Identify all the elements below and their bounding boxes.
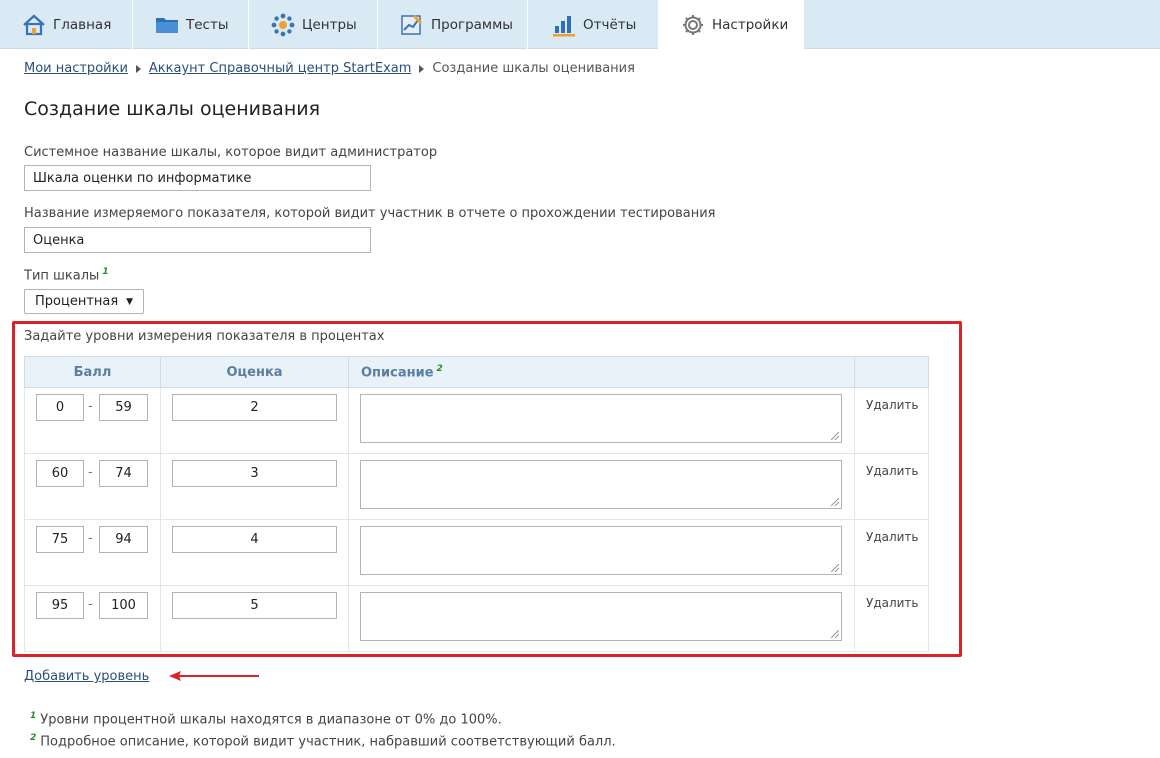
resize-grip-icon[interactable] bbox=[831, 432, 839, 440]
network-icon bbox=[271, 13, 295, 37]
add-level-link[interactable]: Добавить уровень bbox=[24, 669, 149, 684]
grade-input[interactable]: 5 bbox=[172, 592, 337, 619]
tab-centers[interactable]: Центры bbox=[249, 0, 378, 49]
score-to-input[interactable]: 74 bbox=[99, 460, 148, 487]
header-description: Описание 2 bbox=[348, 356, 855, 388]
score-from-input[interactable]: 60 bbox=[36, 460, 84, 487]
delete-level-link[interactable]: Удалить bbox=[866, 530, 919, 544]
tab-label: Центры bbox=[302, 16, 357, 33]
score-to-input[interactable]: 100 bbox=[99, 592, 148, 619]
system-name-input[interactable] bbox=[24, 165, 371, 191]
score-to-input[interactable]: 59 bbox=[99, 394, 148, 421]
tab-label: Настройки bbox=[712, 17, 789, 33]
delete-level-link[interactable]: Удалить bbox=[866, 464, 919, 478]
scale-type-label: Тип шкалы 1 bbox=[24, 267, 109, 284]
breadcrumb-link-my-settings[interactable]: Мои настройки bbox=[24, 61, 128, 76]
system-name-label: Системное название шкалы, которое видит … bbox=[24, 145, 438, 160]
tab-tests[interactable]: Тесты bbox=[133, 0, 249, 49]
resize-grip-icon[interactable] bbox=[831, 630, 839, 638]
table-row: 95 - 100 5 Удалить bbox=[24, 585, 929, 652]
resize-grip-icon[interactable] bbox=[831, 564, 839, 572]
delete-level-link[interactable]: Удалить bbox=[866, 398, 919, 412]
bar-chart-icon bbox=[552, 13, 576, 37]
score-from-input[interactable]: 0 bbox=[36, 394, 84, 421]
header-score: Балл bbox=[24, 356, 161, 388]
footnote-mark: 1 bbox=[102, 267, 109, 277]
chart-pen-icon bbox=[400, 13, 424, 37]
footnote-mark: 1 bbox=[30, 711, 37, 721]
footnote-1: 1 Уровни процентной шкалы находятся в диа… bbox=[30, 711, 502, 728]
chevron-right-icon bbox=[135, 64, 141, 73]
range-separator: - bbox=[88, 531, 93, 546]
tab-label: Тесты bbox=[186, 16, 229, 33]
chevron-right-icon bbox=[419, 64, 425, 73]
resize-grip-icon[interactable] bbox=[831, 498, 839, 506]
footnote-2: 2 Подробное описание, которой видит участ… bbox=[30, 733, 616, 750]
grade-input[interactable]: 3 bbox=[172, 460, 337, 487]
score-from-input[interactable]: 95 bbox=[36, 592, 84, 619]
caret-down-icon: ▼ bbox=[126, 296, 133, 307]
table-row: 75 - 94 4 Удалить bbox=[24, 519, 929, 586]
tab-settings[interactable]: Настройки bbox=[659, 0, 804, 50]
gear-icon bbox=[681, 13, 705, 37]
description-textarea[interactable] bbox=[360, 460, 842, 509]
tab-reports[interactable]: Отчёты bbox=[528, 0, 659, 49]
indicator-name-label: Название измеряемого показателя, которой… bbox=[24, 206, 716, 221]
delete-level-link[interactable]: Удалить bbox=[866, 596, 919, 610]
levels-table: Балл Оценка Описание 2 0 - 59 2 Удалить 6… bbox=[24, 356, 929, 652]
breadcrumb-link-account[interactable]: Аккаунт Справочный центр StartExam bbox=[149, 61, 412, 76]
range-separator: - bbox=[88, 597, 93, 612]
tab-label: Программы bbox=[431, 16, 513, 33]
description-textarea[interactable] bbox=[360, 592, 842, 641]
score-from-input[interactable]: 75 bbox=[36, 526, 84, 553]
table-header-row: Балл Оценка Описание 2 bbox=[24, 356, 929, 388]
header-actions bbox=[854, 356, 929, 388]
scale-type-value: Процентная bbox=[35, 294, 119, 309]
breadcrumb: Мои настройки Аккаунт Справочный центр S… bbox=[24, 61, 635, 76]
levels-title: Задайте уровни измерения показателя в пр… bbox=[24, 329, 385, 344]
home-icon bbox=[22, 13, 46, 37]
tab-home[interactable]: Главная bbox=[0, 0, 133, 49]
footnote-mark: 2 bbox=[436, 363, 443, 374]
arrow-left-icon bbox=[169, 671, 259, 681]
breadcrumb-current: Создание шкалы оценивания bbox=[432, 61, 635, 76]
scale-type-select[interactable]: Процентная ▼ bbox=[24, 289, 144, 314]
tab-label: Отчёты bbox=[583, 16, 637, 33]
page-title: Создание шкалы оценивания bbox=[24, 98, 321, 120]
table-row: 0 - 59 2 Удалить bbox=[24, 387, 929, 454]
folder-icon bbox=[155, 13, 179, 37]
description-textarea[interactable] bbox=[360, 526, 842, 575]
tab-programs[interactable]: Программы bbox=[378, 0, 528, 49]
top-navigation: Главная Тесты Центры Программы Отчёты На… bbox=[0, 0, 1160, 50]
range-separator: - bbox=[88, 465, 93, 480]
grade-input[interactable]: 2 bbox=[172, 394, 337, 421]
indicator-name-input[interactable] bbox=[24, 227, 371, 253]
score-to-input[interactable]: 94 bbox=[99, 526, 148, 553]
grade-input[interactable]: 4 bbox=[172, 526, 337, 553]
range-separator: - bbox=[88, 399, 93, 414]
description-textarea[interactable] bbox=[360, 394, 842, 443]
tab-label: Главная bbox=[53, 16, 112, 33]
header-grade: Оценка bbox=[160, 356, 349, 388]
table-row: 60 - 74 3 Удалить bbox=[24, 453, 929, 520]
footnote-mark: 2 bbox=[30, 733, 37, 743]
